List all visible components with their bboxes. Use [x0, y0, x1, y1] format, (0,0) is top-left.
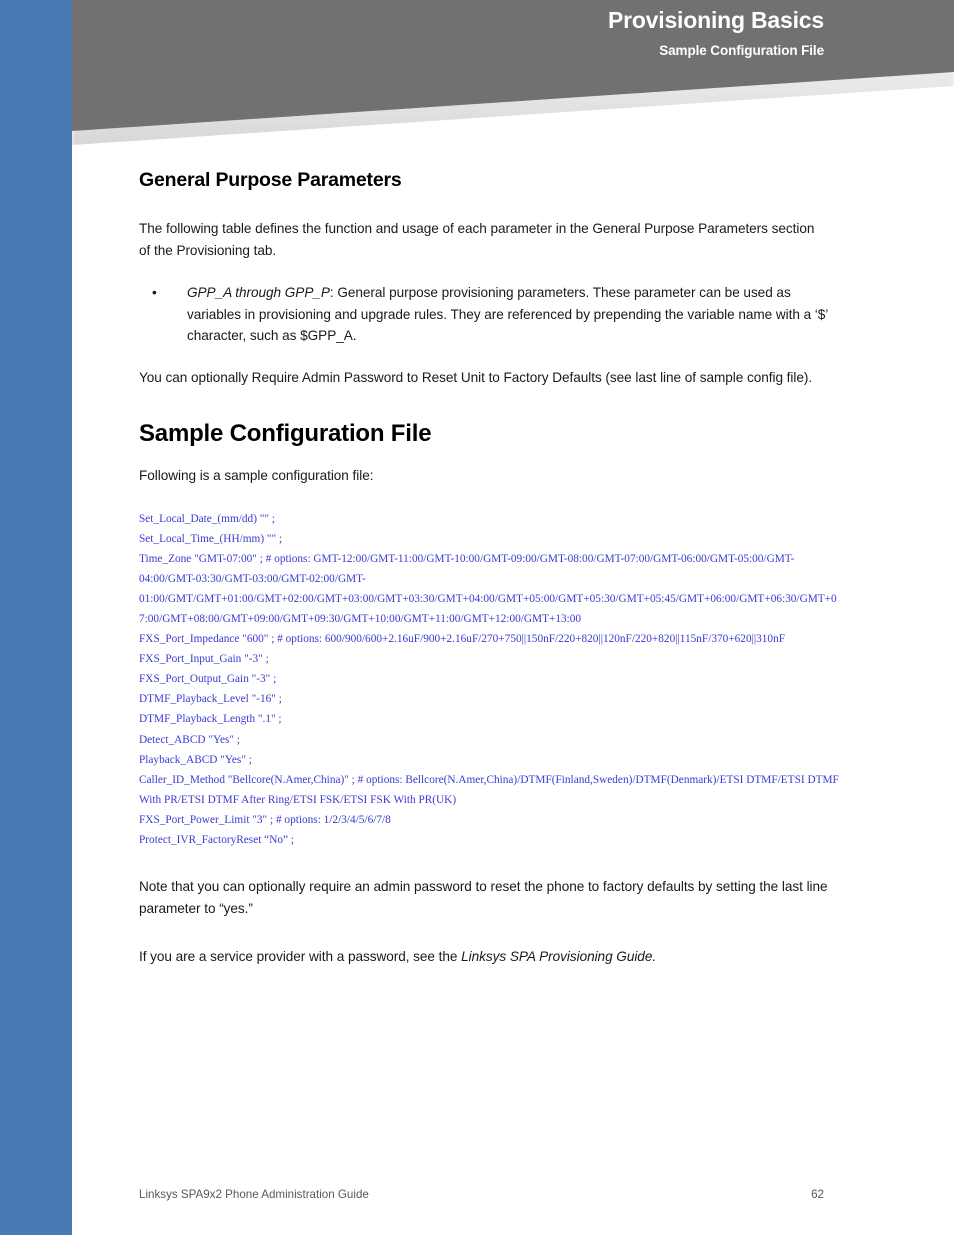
footer-page-number: 62: [811, 1188, 824, 1201]
provisioning-guide-reference: Linksys SPA Provisioning Guide.: [461, 949, 657, 965]
paragraph-require-admin-password: You can optionally Require Admin Passwor…: [139, 369, 813, 385]
paragraph-service-provider: If you are a service provider with a pas…: [139, 946, 829, 968]
config-line: FXS_Port_Power_Limit "3" ; # options: 1/…: [139, 813, 391, 826]
config-line: Set_Local_Time_(HH/mm) "" ;: [139, 532, 283, 545]
config-line: Set_Local_Date_(mm/dd) "" ;: [139, 512, 275, 525]
section-heading-general-purpose-parameters: General Purpose Parameters: [139, 169, 402, 191]
list-item-text: GPP_A through GPP_P: General purpose pro…: [187, 282, 829, 347]
config-line: Detect_ABCD "Yes" ;: [139, 733, 240, 746]
bullet-marker-icon: •: [152, 285, 157, 300]
list-item: • GPP_A through GPP_P: General purpose p…: [139, 282, 829, 347]
section-heading-sample-configuration-file: Sample Configuration File: [139, 420, 432, 447]
header-title: Provisioning Basics: [607, 7, 824, 33]
config-line: Caller_ID_Method "Bellcore(N.Amer,China)…: [139, 773, 842, 806]
paragraph-service-provider-lead: If you are a service provider with a pas…: [139, 949, 462, 965]
sample-config-listing: Set_Local_Date_(mm/dd) "" ; Set_Local_Ti…: [139, 509, 839, 851]
page-spine-accent: [0, 0, 72, 1235]
config-line: FXS_Port_Impedance "600" ; # options: 60…: [139, 633, 786, 646]
config-line: FXS_Port_Output_Gain "-3" ;: [139, 673, 277, 686]
page-footer: Linksys SPA9x2 Phone Administration Guid…: [139, 1188, 824, 1201]
page-header: Provisioning Basics Sample Configuration…: [72, 0, 824, 60]
config-line: Playback_ABCD "Yes" ;: [139, 753, 252, 766]
page-content: General Purpose Parameters The following…: [139, 0, 839, 968]
footer-guide-title: Linksys SPA9x2 Phone Administration Guid…: [139, 1188, 369, 1201]
config-line: DTMF_Playback_Length ".1" ;: [139, 713, 282, 726]
config-line: Protect_IVR_FactoryReset “No” ;: [139, 834, 294, 846]
list-item-emphasis: GPP_A through GPP_P: [187, 285, 330, 300]
config-line: FXS_Port_Input_Gain "-3" ;: [139, 653, 269, 666]
paragraph-sample-config-intro: Following is a sample configuration file…: [139, 468, 374, 483]
paragraph-factory-reset-note: Note that you can optionally require an …: [139, 879, 828, 916]
config-line: DTMF_Playback_Level "-16" ;: [139, 693, 282, 706]
paragraph-general-purpose-intro: The following table defines the function…: [139, 221, 815, 258]
header-subtitle: Sample Configuration File: [659, 43, 824, 58]
config-line: Time_Zone "GMT-07:00" ; # options: GMT-1…: [139, 552, 837, 625]
